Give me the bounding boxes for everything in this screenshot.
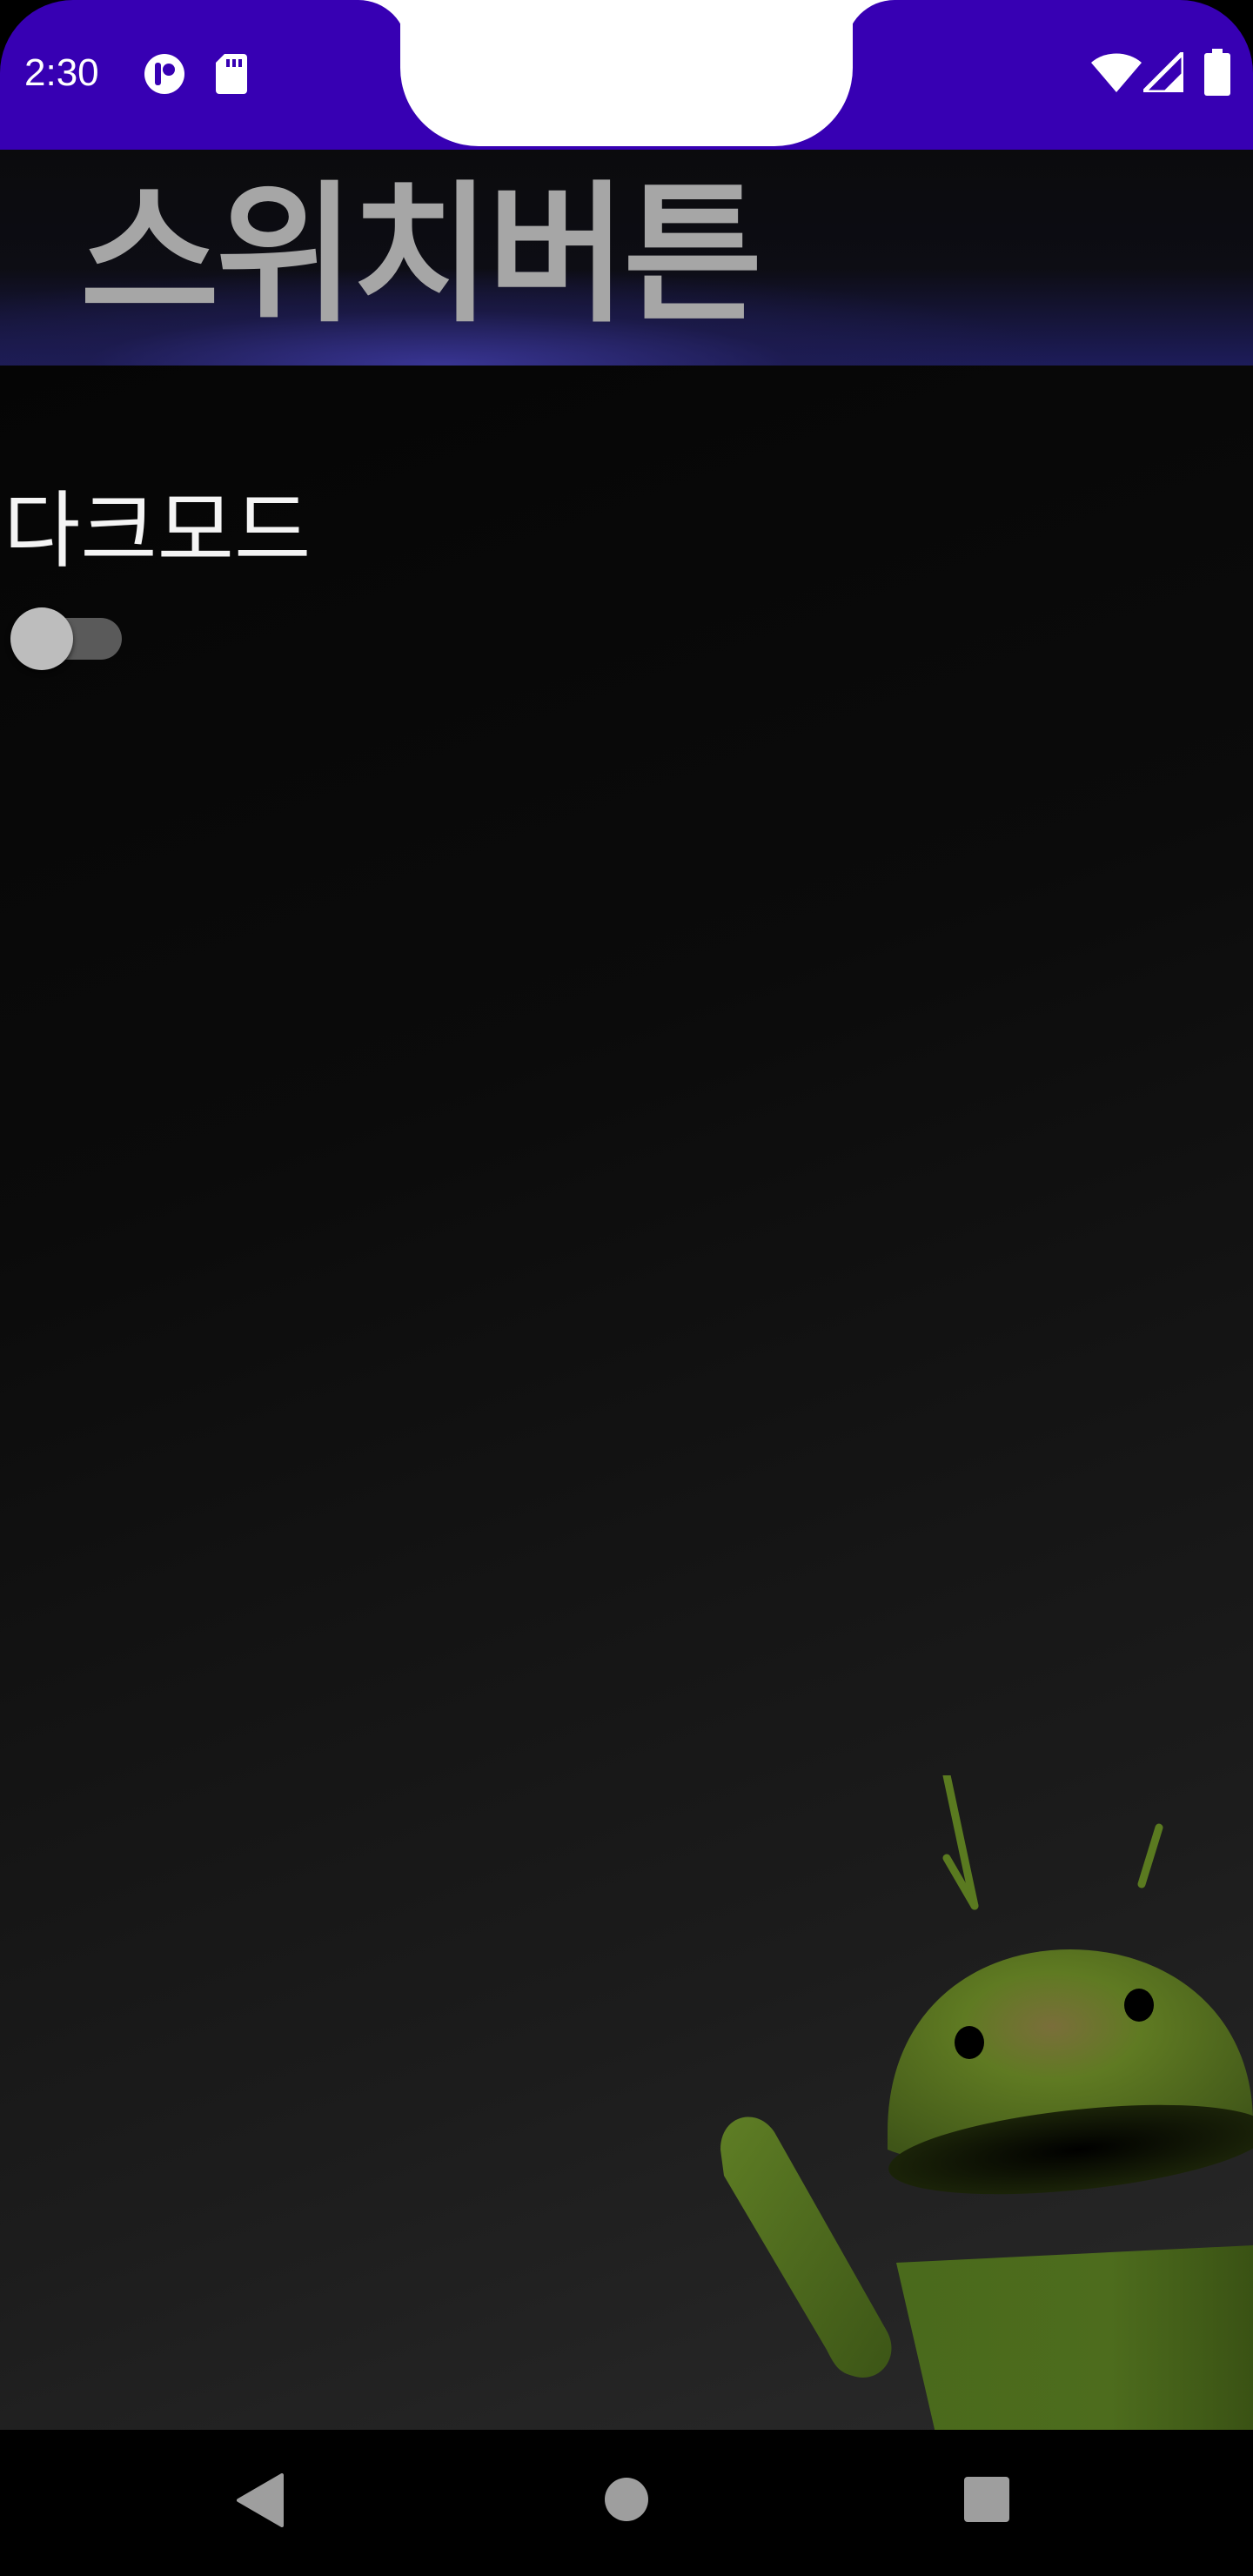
back-icon[interactable]	[237, 2473, 284, 2531]
dark-mode-label: 다크모드	[3, 482, 312, 580]
cellular-signal-icon	[1137, 46, 1186, 96]
android-robot-illustration	[720, 1775, 1253, 2430]
app-title: 스위치버튼	[80, 167, 762, 344]
notch-curve-right	[846, 0, 898, 52]
main-content: 다크모드	[0, 366, 1253, 2430]
dark-mode-switch[interactable]	[10, 607, 122, 670]
navigation-bar	[0, 2430, 1253, 2576]
display-notch	[400, 0, 853, 146]
status-bar: 2:30	[0, 0, 1253, 150]
phone-screen: 2:30 스위치버튼 다크모드	[0, 0, 1253, 2576]
notch-curve-left	[355, 0, 407, 52]
home-icon[interactable]	[604, 2477, 649, 2526]
notification-app-icon	[143, 52, 186, 99]
app-bar: 스위치버튼	[0, 150, 1253, 366]
wifi-icon	[1091, 52, 1142, 97]
battery-icon	[1204, 49, 1230, 99]
sd-card-icon	[216, 54, 247, 97]
recents-icon[interactable]	[964, 2477, 1009, 2526]
status-time: 2:30	[24, 51, 99, 94]
switch-thumb[interactable]	[10, 607, 73, 670]
